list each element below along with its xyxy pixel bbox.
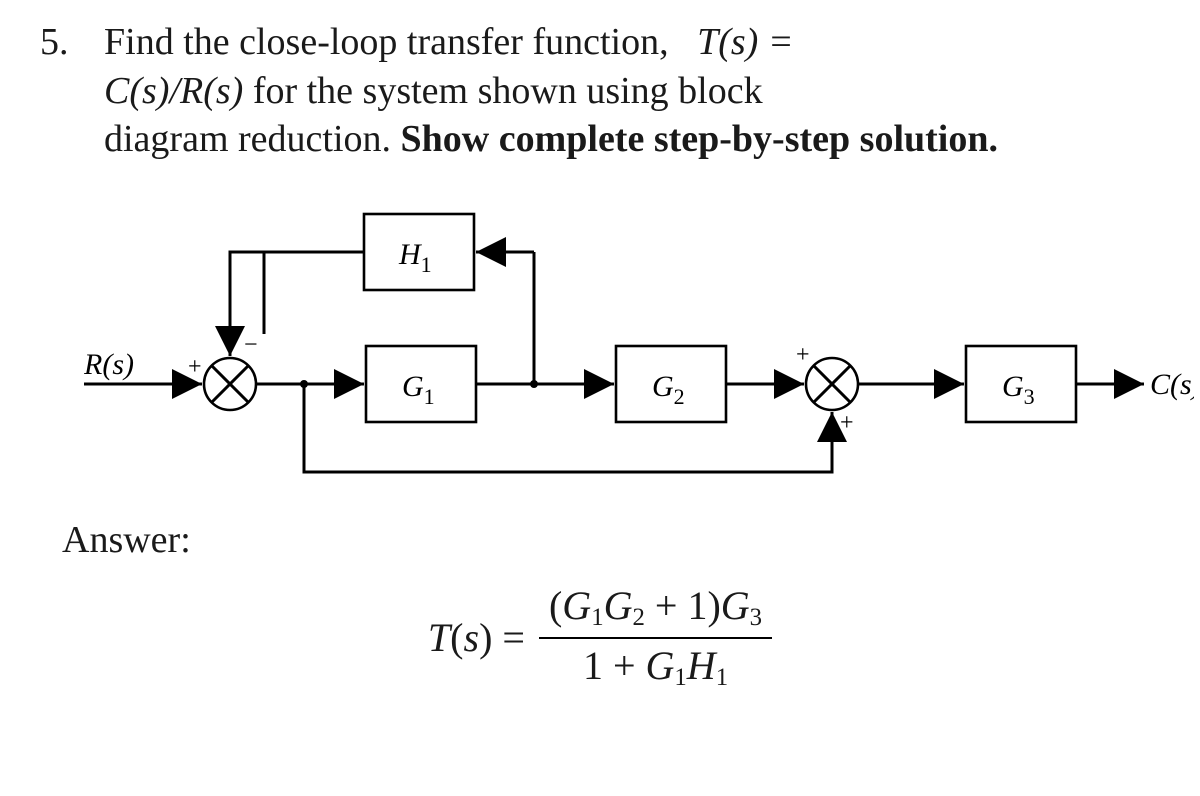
formula-lhs: T xyxy=(428,615,450,660)
question-body: Find the close-loop transfer function, T… xyxy=(104,18,1160,164)
sum1-plus: + xyxy=(188,354,202,380)
q-cr: C(s)/R(s) xyxy=(104,70,243,112)
formula-numerator: (G1G2 + 1)G3 xyxy=(539,582,772,634)
q-text-1: Find the close-loop transfer function, xyxy=(104,21,669,63)
q-text-2: for the system shown using block xyxy=(253,70,763,112)
sum1-minus: − xyxy=(244,332,258,358)
formula-denominator: 1 + G1H1 xyxy=(573,642,738,694)
page: 5. Find the close-loop transfer function… xyxy=(0,0,1200,694)
pickoff-node-2 xyxy=(530,380,538,388)
q-text-3: diagram reduction. xyxy=(104,118,401,160)
answer-label: Answer: xyxy=(62,518,1160,562)
formula-fraction: (G1G2 + 1)G3 1 + G1H1 xyxy=(539,582,772,694)
label-R: R(s) xyxy=(84,348,134,381)
answer-formula: T(s) = (G1G2 + 1)G3 1 + G1H1 xyxy=(40,582,1160,694)
fraction-bar xyxy=(539,637,772,639)
diagram-svg: R(s) + − H1 G1 xyxy=(84,204,1194,504)
sum2-plus-bottom: + xyxy=(840,410,854,436)
sum2-plus-left: + xyxy=(796,342,810,368)
block-diagram: R(s) + − H1 G1 xyxy=(84,204,1160,504)
question-row: 5. Find the close-loop transfer function… xyxy=(40,18,1160,164)
question-number: 5. xyxy=(40,18,104,64)
q-ts: T(s) = xyxy=(697,21,793,63)
q-bold: Show complete step-by-step solution. xyxy=(401,118,998,160)
label-C: C(s) xyxy=(1150,368,1194,401)
